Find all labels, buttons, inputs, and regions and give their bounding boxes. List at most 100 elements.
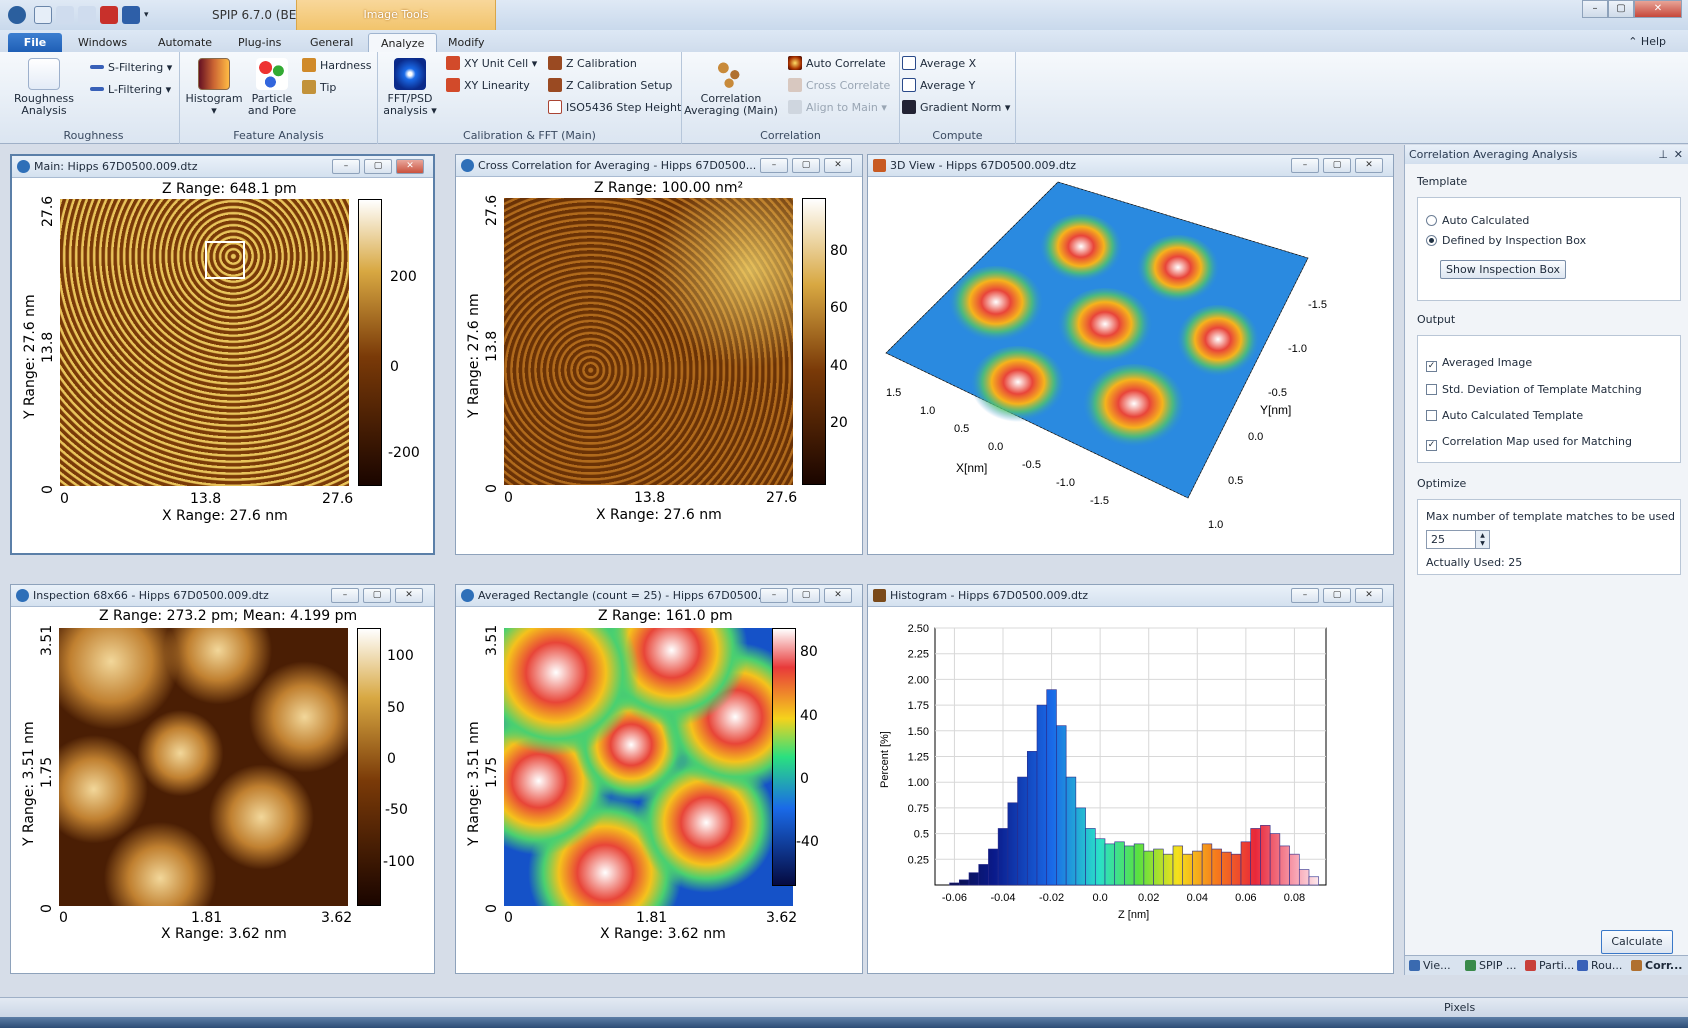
l-filtering-button[interactable]: L-Filtering ▾ — [90, 82, 171, 98]
help-menu[interactable]: ⌃ Help — [1628, 35, 1666, 48]
window-minimize-button[interactable]: – — [760, 158, 788, 173]
redo-icon[interactable] — [78, 6, 96, 24]
window-close-button[interactable]: ✕ — [1355, 158, 1383, 173]
spin-down-icon[interactable]: ▼ — [1475, 539, 1489, 548]
window-cross-titlebar[interactable]: Cross Correlation for Averaging - Hipps … — [456, 155, 862, 177]
panel-close-icon[interactable]: ✕ — [1674, 145, 1683, 164]
window-icon — [461, 159, 474, 172]
window-close-button[interactable]: ✕ — [824, 588, 852, 603]
tab-modify[interactable]: Modify — [436, 33, 496, 52]
window-3d-view[interactable]: 3D View - Hipps 67D0500.009.dtz – ▢ ✕ X[nm… — [867, 154, 1394, 555]
checkbox-averaged-image[interactable]: ✓ Averaged Image — [1426, 356, 1532, 372]
window-minimize-button[interactable]: – — [1291, 588, 1319, 603]
s-filtering-button[interactable]: S-Filtering ▾ — [90, 60, 172, 76]
particle-and-pore-button[interactable]: Particle and Pore — [242, 58, 302, 117]
window-cross-correlation[interactable]: Cross Correlation for Averaging - Hipps … — [455, 154, 863, 555]
checkbox-checked: ✓ — [1426, 440, 1437, 451]
panel-tab-view[interactable]: Vie... — [1409, 959, 1451, 972]
roughness-analysis-button[interactable]: Roughness Analysis — [14, 58, 74, 117]
show-inspection-box-button[interactable]: Show Inspection Box — [1440, 260, 1566, 279]
histogram-chart[interactable]: 0.250.50.751.001.251.501.752.002.252.50 … — [868, 608, 1393, 973]
radio-auto-calculated[interactable]: Auto Calculated — [1426, 214, 1529, 227]
surface-3d-plot[interactable]: X[nm] Y[nm] 1.5 1.0 0.5 0.0 -0.5 -1.0 -1.5 -1.5… — [868, 178, 1393, 554]
window-main-titlebar[interactable]: Main: Hipps 67D0500.009.dtz – ▢ ✕ — [12, 156, 433, 178]
pin-icon[interactable]: ⊥ — [1658, 145, 1668, 164]
radio-defined-by-inspection-box[interactable]: Defined by Inspection Box — [1426, 234, 1586, 247]
checkbox-auto-calculated-template[interactable]: Auto Calculated Template — [1426, 409, 1583, 422]
fft-psd-button[interactable]: FFT/PSD analysis ▾ — [380, 58, 440, 117]
gradient-norm-button[interactable]: Gradient Norm ▾ — [902, 100, 1010, 116]
window-main[interactable]: Main: Hipps 67D0500.009.dtz – ▢ ✕ Z Range:… — [10, 154, 435, 555]
calculate-button[interactable]: Calculate — [1601, 930, 1673, 954]
grid-blue-icon[interactable] — [122, 6, 140, 24]
z-cal-setup-label: Z Calibration Setup — [566, 79, 673, 92]
inspection-image[interactable] — [59, 628, 348, 906]
window-maximize-button[interactable]: ▢ — [364, 159, 392, 174]
window-maximize-button[interactable]: ▢ — [363, 588, 391, 603]
z-calibration-setup-button[interactable]: Z Calibration Setup — [548, 78, 672, 94]
grid-red-icon[interactable] — [100, 6, 118, 24]
tab-general[interactable]: General — [298, 33, 365, 52]
checkbox-std-deviation[interactable]: Std. Deviation of Template Matching — [1426, 383, 1642, 396]
correlation-averaging-button[interactable]: Correlation Averaging (Main) — [682, 56, 780, 117]
window-close-button[interactable]: ✕ — [395, 588, 423, 603]
tip-button[interactable]: Tip — [302, 80, 336, 96]
panel-tab-particle[interactable]: Parti... — [1525, 959, 1574, 972]
radio-indicator — [1426, 235, 1437, 246]
window-inspection[interactable]: Inspection 68x66 - Hipps 67D0500.009.dtz… — [10, 584, 435, 974]
window-3d-titlebar[interactable]: 3D View - Hipps 67D0500.009.dtz – ▢ ✕ — [868, 155, 1393, 177]
xy-unit-cell-button[interactable]: XY Unit Cell ▾ — [446, 56, 537, 72]
align-to-main-button[interactable]: Align to Main ▾ — [788, 100, 887, 116]
average-x-button[interactable]: Average X — [902, 56, 976, 72]
checkbox-correlation-map[interactable]: ✓ Correlation Map used for Matching — [1426, 435, 1632, 451]
cross-correlation-image[interactable] — [504, 198, 793, 485]
window-averaged-rectangle[interactable]: Averaged Rectangle (count = 25) - Hipps … — [455, 584, 863, 974]
window-minimize-button[interactable]: – — [1291, 158, 1319, 173]
window-maximize-button[interactable]: ▢ — [792, 158, 820, 173]
hardness-button[interactable]: Hardness — [302, 58, 372, 74]
panel-tab-spip[interactable]: SPIP ... — [1465, 959, 1516, 972]
tab-automate[interactable]: Automate — [146, 33, 224, 52]
histogram-x-label: Z [nm] — [1118, 909, 1149, 921]
close-button[interactable]: ✕ — [1634, 0, 1682, 18]
max-matches-input[interactable]: 25 ▲ ▼ — [1426, 530, 1490, 549]
auto-correlate-button[interactable]: Auto Correlate — [788, 56, 886, 72]
window-maximize-button[interactable]: ▢ — [792, 588, 820, 603]
x-tick-label: 0.02 — [1138, 892, 1159, 904]
minimize-button[interactable]: – — [1582, 0, 1608, 18]
view-icon — [1409, 960, 1420, 971]
window-close-button[interactable]: ✕ — [396, 159, 424, 174]
panel-tab-roughness[interactable]: Rou... — [1577, 959, 1622, 972]
tab-plugins[interactable]: Plug-ins — [226, 33, 293, 52]
cross-correlate-button[interactable]: Cross Correlate — [788, 78, 890, 94]
window-averaged-titlebar[interactable]: Averaged Rectangle (count = 25) - Hipps … — [456, 585, 862, 607]
window-histogram-titlebar[interactable]: Histogram - Hipps 67D0500.009.dtz – ▢ ✕ — [868, 585, 1393, 607]
maximize-button[interactable]: ▢ — [1608, 0, 1634, 18]
xy-linearity-button[interactable]: XY Linearity — [446, 78, 530, 94]
window-histogram[interactable]: Histogram - Hipps 67D0500.009.dtz – ▢ ✕ 0.… — [867, 584, 1394, 974]
tab-file[interactable]: File — [8, 33, 62, 52]
window-minimize-button[interactable]: – — [331, 588, 359, 603]
tab-windows[interactable]: Windows — [66, 33, 139, 52]
window-minimize-button[interactable]: – — [332, 159, 360, 174]
quick-access-dropdown-icon[interactable]: ▾ — [144, 6, 154, 24]
panel-tab-correlation[interactable]: Corr... — [1631, 959, 1682, 972]
inspection-box[interactable] — [205, 241, 245, 279]
window-close-button[interactable]: ✕ — [824, 158, 852, 173]
iso5436-button[interactable]: ISO5436 Step Height — [548, 100, 681, 116]
averaged-image[interactable] — [504, 628, 793, 906]
window-maximize-button[interactable]: ▢ — [1323, 158, 1351, 173]
histogram-button[interactable]: Histogram ▾ — [184, 58, 244, 117]
average-y-button[interactable]: Average Y — [902, 78, 975, 94]
window-minimize-button[interactable]: – — [760, 588, 788, 603]
colorbar-main — [358, 199, 382, 486]
window-inspection-titlebar[interactable]: Inspection 68x66 - Hipps 67D0500.009.dtz… — [11, 585, 434, 607]
z-calibration-button[interactable]: Z Calibration — [548, 56, 637, 72]
window-close-button[interactable]: ✕ — [1355, 588, 1383, 603]
window-maximize-button[interactable]: ▢ — [1323, 588, 1351, 603]
max-matches-label: Max number of template matches to be use… — [1426, 510, 1675, 523]
undo-icon[interactable] — [56, 6, 74, 24]
tab-analyze[interactable]: Analyze — [368, 33, 438, 52]
histogram-x-ticks: -0.06 -0.04 -0.02 0.0 0.02 0.04 0.06 0.08 — [942, 892, 1305, 904]
new-doc-icon[interactable] — [34, 6, 52, 24]
